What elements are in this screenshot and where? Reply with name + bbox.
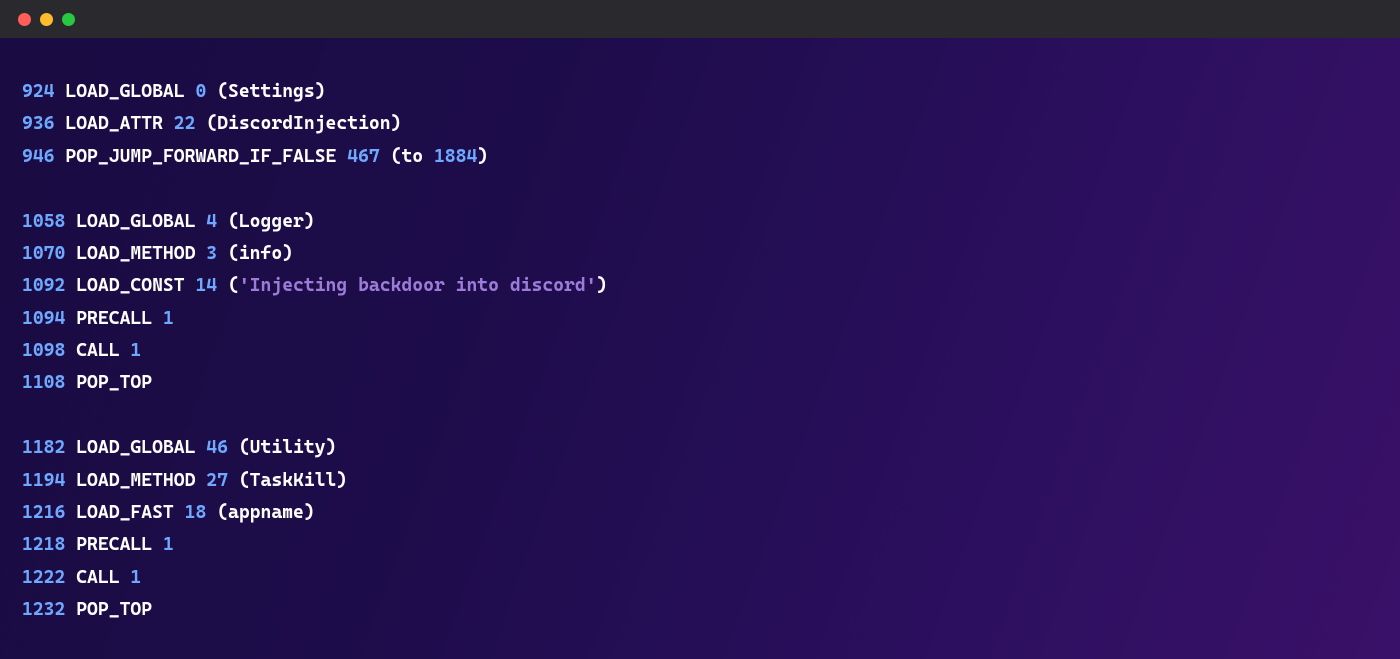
bytecode-offset: 936 [22, 113, 55, 134]
bytecode-opcode: LOAD_CONST [76, 275, 184, 296]
bytecode-opcode: LOAD_GLOBAL [76, 437, 195, 458]
bytecode-oparg: 18 [185, 502, 207, 523]
bytecode-line: 1070 LOAD_METHOD 3 (info) [22, 238, 1400, 270]
close-icon[interactable] [18, 13, 31, 26]
bytecode-offset: 924 [22, 81, 55, 102]
bytecode-line: 1092 LOAD_CONST 14 ('Injecting backdoor … [22, 270, 1400, 302]
bytecode-opcode: PRECALL [76, 534, 152, 555]
bytecode-offset: 1108 [22, 372, 65, 393]
bytecode-opcode: POP_JUMP_FORWARD_IF_FALSE [65, 146, 336, 167]
bytecode-oparg: 46 [206, 437, 228, 458]
bytecode-opcode: CALL [76, 567, 119, 588]
bytecode-const-string: 'Injecting backdoor into discord' [239, 275, 597, 296]
bytecode-oparg: 467 [347, 146, 380, 167]
bytecode-opcode: LOAD_GLOBAL [65, 81, 184, 102]
bytecode-opcode: PRECALL [76, 308, 152, 329]
bytecode-line: 1058 LOAD_GLOBAL 4 (Logger) [22, 206, 1400, 238]
bytecode-oparg: 27 [206, 470, 228, 491]
window-titlebar [0, 0, 1400, 38]
bytecode-arg-name: Utility [250, 437, 326, 458]
bytecode-line: 936 LOAD_ATTR 22 (DiscordInjection) [22, 108, 1400, 140]
bytecode-opcode: LOAD_GLOBAL [76, 211, 195, 232]
blank-line [22, 173, 1400, 205]
bytecode-offset: 1092 [22, 275, 65, 296]
bytecode-oparg: 1 [163, 534, 174, 555]
bytecode-offset: 1058 [22, 211, 65, 232]
bytecode-line: 1182 LOAD_GLOBAL 46 (Utility) [22, 432, 1400, 464]
bytecode-oparg: 0 [195, 81, 206, 102]
bytecode-oparg: 1 [163, 308, 174, 329]
bytecode-oparg: 14 [195, 275, 217, 296]
bytecode-oparg: 3 [206, 243, 217, 264]
bytecode-offset: 1222 [22, 567, 65, 588]
bytecode-line: 1222 CALL 1 [22, 562, 1400, 594]
bytecode-offset: 1070 [22, 243, 65, 264]
bytecode-listing: 924 LOAD_GLOBAL 0 (Settings)936 LOAD_ATT… [0, 38, 1400, 659]
bytecode-line: 1108 POP_TOP [22, 367, 1400, 399]
bytecode-offset: 1098 [22, 340, 65, 361]
bytecode-line: 924 LOAD_GLOBAL 0 (Settings) [22, 76, 1400, 108]
bytecode-arg-name: appname [228, 502, 304, 523]
bytecode-oparg: 4 [206, 211, 217, 232]
bytecode-oparg: 1 [130, 567, 141, 588]
bytecode-opcode: LOAD_METHOD [76, 470, 195, 491]
bytecode-line: 1098 CALL 1 [22, 335, 1400, 367]
bytecode-offset: 1232 [22, 599, 65, 620]
bytecode-offset: 1218 [22, 534, 65, 555]
bytecode-line: 1232 POP_TOP [22, 594, 1400, 626]
bytecode-line: 1094 PRECALL 1 [22, 303, 1400, 335]
bytecode-arg-name: DiscordInjection [217, 113, 390, 134]
bytecode-arg-name: Settings [228, 81, 315, 102]
minimize-icon[interactable] [40, 13, 53, 26]
bytecode-line: 1194 LOAD_METHOD 27 (TaskKill) [22, 465, 1400, 497]
bytecode-offset: 1094 [22, 308, 65, 329]
bytecode-line: 946 POP_JUMP_FORWARD_IF_FALSE 467 (to 18… [22, 141, 1400, 173]
bytecode-opcode: LOAD_METHOD [76, 243, 195, 264]
bytecode-arg-name: info [239, 243, 282, 264]
bytecode-line: 1216 LOAD_FAST 18 (appname) [22, 497, 1400, 529]
bytecode-opcode: LOAD_ATTR [65, 113, 163, 134]
bytecode-opcode: CALL [76, 340, 119, 361]
bytecode-arg-name: TaskKill [250, 470, 337, 491]
bytecode-oparg: 1 [130, 340, 141, 361]
bytecode-opcode: POP_TOP [76, 372, 152, 393]
bytecode-opcode: POP_TOP [76, 599, 152, 620]
bytecode-line: 1218 PRECALL 1 [22, 529, 1400, 561]
bytecode-oparg: 22 [174, 113, 196, 134]
bytecode-offset: 1182 [22, 437, 65, 458]
bytecode-arg-name: Logger [239, 211, 304, 232]
bytecode-jump-target: 1884 [434, 146, 477, 167]
blank-line [22, 400, 1400, 432]
bytecode-offset: 946 [22, 146, 55, 167]
bytecode-offset: 1194 [22, 470, 65, 491]
bytecode-opcode: LOAD_FAST [76, 502, 174, 523]
bytecode-offset: 1216 [22, 502, 65, 523]
zoom-icon[interactable] [62, 13, 75, 26]
